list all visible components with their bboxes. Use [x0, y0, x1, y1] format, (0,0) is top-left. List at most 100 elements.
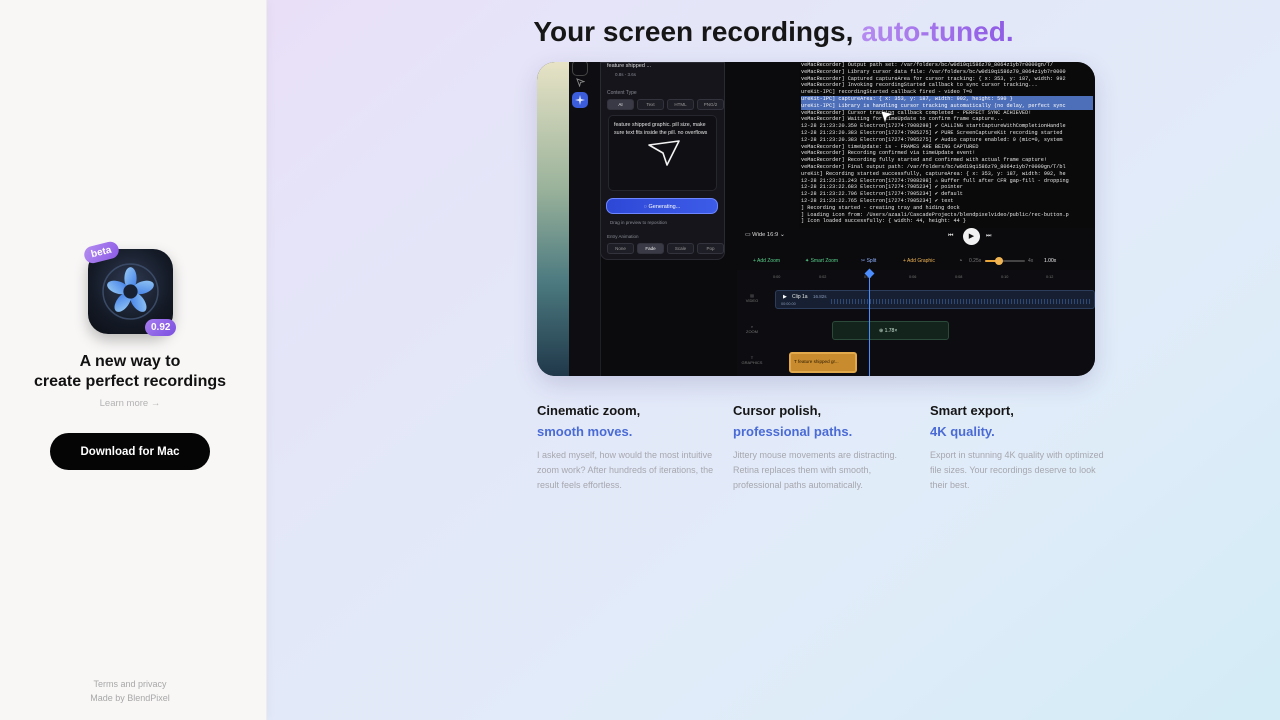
- feature-title: Smart export,: [930, 403, 1014, 418]
- track-label-video: ▤ VIDEO: [741, 293, 763, 303]
- feature-description: Jittery mouse movements are distracting.…: [733, 450, 898, 491]
- console-line: veMacRecorder] timeUpdate: 1s - FRAMES A…: [801, 143, 979, 150]
- feature-title: Cinematic zoom,: [537, 403, 641, 418]
- console-line: veMacRecorder] Recording fully started a…: [801, 157, 1047, 164]
- skip-back-icon[interactable]: ⏮: [948, 233, 953, 240]
- content-type-options: AI Text HTML PNG/2: [607, 99, 724, 110]
- generate-label: Generating...: [648, 204, 681, 210]
- content-type-ai[interactable]: AI: [607, 99, 634, 110]
- tagline-line-1: A new way to: [79, 353, 181, 370]
- console-line: ] Icon loaded successfully: { width: 44,…: [801, 218, 966, 225]
- speed-slider-handle[interactable]: [995, 257, 1003, 265]
- feature-description: Export in stunning 4K quality with optim…: [930, 450, 1104, 491]
- feature-cursor-polish: Cursor polish, professional paths. Jitte…: [733, 400, 913, 494]
- panel-header: feature shipped ...: [607, 63, 652, 69]
- skip-forward-icon[interactable]: ⏭: [986, 233, 991, 240]
- console-line: 12-28 21:23:20.383 Electron[17274:790527…: [801, 136, 1063, 143]
- hero-headline: Your screen recordings, auto-tuned.: [267, 16, 1280, 48]
- clip-time: 00:00.00: [781, 302, 796, 306]
- learn-more-link[interactable]: Learn more →: [0, 398, 260, 409]
- content-type-html[interactable]: HTML: [667, 99, 694, 110]
- sparkle-tool-icon: [572, 92, 588, 108]
- graphic-clip-label: T feature shipped gr...: [794, 359, 839, 364]
- add-graphic-button[interactable]: + Add Graphic: [903, 258, 935, 264]
- console-line: ] Recording started - creating tray and …: [801, 204, 960, 211]
- ruler-tick: 0:08: [955, 275, 963, 279]
- console-line: ureKit-IPC] recordingStarted callback fi…: [801, 89, 973, 96]
- play-icon: ▶: [968, 233, 975, 240]
- download-button[interactable]: Download for Mac: [50, 433, 210, 470]
- content-type-label: Content Type: [607, 90, 637, 96]
- generate-button[interactable]: ◌ Generating...: [606, 198, 718, 214]
- smart-zoom-button[interactable]: ✦ Smart Zoom: [805, 258, 838, 264]
- terms-link[interactable]: Terms and privacy: [0, 679, 260, 689]
- ruler-tick: 0:10: [1001, 275, 1009, 279]
- ruler-tick: 0:02: [819, 275, 827, 279]
- console-line: ] Loading icon from: /Users/azaali/Casca…: [801, 211, 1069, 218]
- ruler-tick: 0:00: [773, 275, 781, 279]
- console-log: veMacRecorder] Output path set: /var/fol…: [799, 62, 1095, 228]
- smart-zoom-label: Smart Zoom: [810, 258, 839, 264]
- entry-animation-label: Entry Animation: [607, 234, 639, 239]
- ruler-tick: 0:12: [1046, 275, 1054, 279]
- clip-duration: 16.82s: [813, 294, 827, 299]
- tool-rail: [569, 62, 601, 376]
- animation-none[interactable]: None: [607, 243, 634, 254]
- track-label-zoom: ⌕ ZOOM: [741, 324, 763, 334]
- tagline: A new way to create perfect recordings: [0, 352, 260, 392]
- feature-subtitle: professional paths.: [733, 424, 853, 439]
- feature-smart-export: Smart export, 4K quality. Export in stun…: [930, 400, 1110, 494]
- entry-animation-options: None Fade Scale Pop: [607, 243, 724, 254]
- split-label: Split: [866, 258, 877, 264]
- clip-name: Clip 1a: [792, 294, 808, 300]
- ruler-tick: 0:06: [909, 275, 917, 279]
- console-line: veMacRecorder] Waiting for timeUpdate to…: [801, 116, 1004, 123]
- console-line: ureKit-IPC] Library is handling cursor t…: [801, 102, 1093, 110]
- animation-scale[interactable]: Scale: [667, 243, 694, 254]
- wallpaper-edge: [537, 62, 569, 376]
- console-line: veMacRecorder] Invoking recordingStarted…: [801, 82, 1038, 89]
- console-line: ureKit] Recording started successfully, …: [801, 170, 1066, 177]
- speed-icon: ◔: [959, 258, 963, 264]
- split-button[interactable]: ✂ Split: [861, 258, 876, 264]
- console-line: 12-28 21:23:20.383 Electron[17274:790527…: [801, 129, 1063, 136]
- send-arrow-icon: [648, 140, 680, 166]
- aspect-select[interactable]: ▭ Wide 16:9 ⌄: [745, 232, 785, 238]
- animation-pop[interactable]: Pop: [697, 243, 724, 254]
- playhead[interactable]: [869, 274, 870, 376]
- aspect-label: Wide 16:9: [752, 232, 779, 238]
- graphic-clip[interactable]: T feature shipped gr...: [789, 352, 857, 373]
- animation-fade[interactable]: Fade: [637, 243, 664, 254]
- play-button[interactable]: ▶: [963, 228, 980, 245]
- console-line: 12-28 21:23:22.706 Electron[17274:790523…: [801, 191, 963, 198]
- graphic-settings-panel: feature shipped ... 0.8s - 3.6s Content …: [600, 62, 725, 260]
- zoom-clip[interactable]: ⊕ 1.78×: [832, 321, 949, 340]
- console-line: 12-28 21:23:20.350 Electron[17274:790829…: [801, 123, 1066, 130]
- audio-waveform: [831, 299, 1091, 304]
- add-zoom-button[interactable]: + Add Zoom: [753, 258, 780, 264]
- sidebar: beta 0.92 A new way to create perfect re…: [0, 0, 267, 720]
- pointer-tool-icon: [576, 78, 585, 87]
- feature-description: I asked myself, how would the most intui…: [537, 450, 714, 491]
- console-line: veMacRecorder] Captured captureArea for …: [801, 75, 1066, 82]
- console-line: 12-28 21:23:21.243 Electron[17274:790829…: [801, 177, 1069, 184]
- zoom-clip-label: ⊕ 1.78×: [879, 328, 898, 334]
- version-badge: 0.92: [145, 319, 177, 336]
- speed-slider[interactable]: [985, 257, 1025, 265]
- console-line: veMacRecorder] Library cursor data file:…: [801, 68, 1066, 75]
- feature-subtitle: 4K quality.: [930, 424, 995, 439]
- console-line: veMacRecorder] Final output path: /var/f…: [801, 163, 1066, 170]
- chevron-down-icon: ⌄: [778, 232, 785, 238]
- tagline-line-2: create perfect recordings: [33, 373, 227, 390]
- feature-title: Cursor polish,: [733, 403, 822, 418]
- preview-controls: ▭ Wide 16:9 ⌄ ⏮ ▶ ⏭: [737, 228, 1095, 248]
- content-type-png[interactable]: PNG/2: [697, 99, 724, 110]
- search-icon: [572, 62, 588, 76]
- drag-hint: Drag in preview to reposition: [610, 220, 668, 225]
- headline-main: Your screen recordings,: [533, 16, 854, 47]
- track-label-graphics: T GRAPHICS: [741, 355, 763, 365]
- made-by-text: Made by BlendPixel: [90, 693, 170, 703]
- cursor-icon: [880, 110, 894, 124]
- video-clip[interactable]: ▶ Clip 1a 16.82s 00:00.00: [775, 290, 1095, 309]
- content-type-text[interactable]: Text: [637, 99, 664, 110]
